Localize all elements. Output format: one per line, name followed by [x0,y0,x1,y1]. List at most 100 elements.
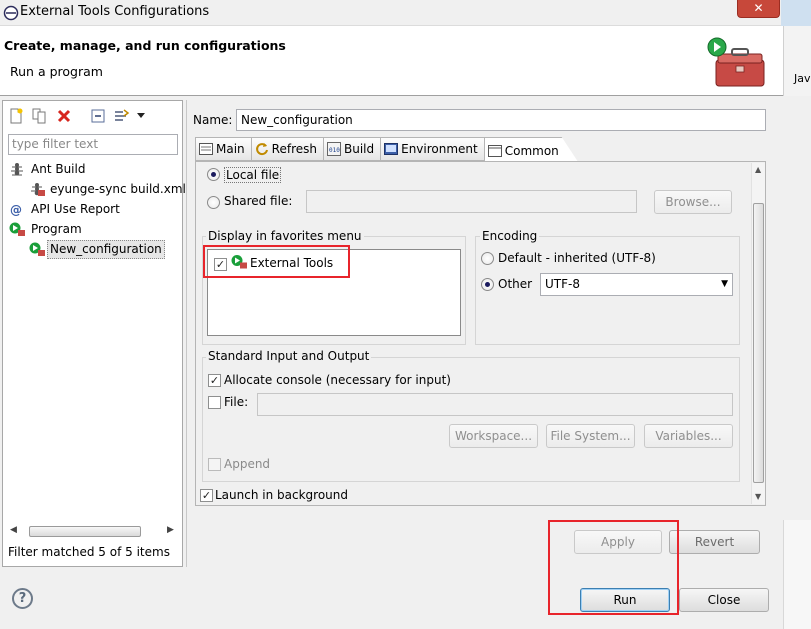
name-label: Name: [193,113,233,127]
svg-text:010: 010 [329,147,340,154]
append-label: Append [224,457,271,471]
program-icon [9,222,25,236]
collapse-all-icon[interactable] [89,107,107,125]
tree-item-label: New_configuration [47,240,165,259]
tree-horizontal-scrollbar[interactable]: ◀ ▶ [7,523,179,540]
tree-item-new-configuration[interactable]: New_configuration [7,239,179,259]
delete-configuration-icon[interactable] [55,107,73,125]
file-system-button[interactable]: File System... [546,424,635,448]
browse-button[interactable]: Browse... [654,190,732,214]
local-file-radio[interactable] [207,168,220,181]
scroll-down-icon[interactable]: ▼ [755,492,761,501]
eclipse-app-icon [3,5,19,21]
tab-label: Build [343,142,375,156]
help-icon[interactable]: ? [12,588,33,609]
tree-item-ant-build[interactable]: Ant Build [7,159,179,179]
header-subtitle: Run a program [10,64,103,79]
tab-vertical-scrollbar[interactable]: ▲ ▼ [751,163,765,504]
scroll-up-icon[interactable]: ▲ [755,165,761,174]
window-title: External Tools Configurations [20,4,210,19]
encoding-select-value: UTF-8 [545,277,580,291]
tree-item-label: Ant Build [31,162,86,176]
shared-file-field [306,190,637,213]
scrollbar-thumb[interactable] [753,203,764,483]
configuration-list-panel: type filter text Ant Build eyunge-sync b… [2,100,186,567]
filter-status-text: Filter matched 5 of 5 items [8,545,170,559]
stdio-group-title: Standard Input and Output [206,349,372,363]
ant-icon [11,163,23,176]
default-encoding-radio[interactable] [481,252,494,265]
chevron-down-icon: ▼ [721,279,728,289]
variables-button[interactable]: Variables... [644,424,733,448]
background-window-strip: Jav [783,26,811,96]
background-window-edge [781,0,811,26]
refresh-icon [255,143,268,156]
other-encoding-label: Other [498,277,533,291]
window-close-button[interactable]: ✕ [737,0,780,18]
configuration-tree: Ant Build eyunge-sync build.xml @ API Us… [7,159,186,259]
background-tab-label: Jav [794,72,811,85]
allocate-console-label: Allocate console (necessary for input) [224,373,451,387]
svg-text:@: @ [10,203,22,216]
allocate-console-checkbox[interactable]: ✓ [208,374,221,387]
append-checkbox[interactable] [208,458,221,471]
view-menu-dropdown-icon[interactable] [137,107,145,125]
launch-background-label: Launch in background [215,488,348,502]
output-file-label: File: [224,395,249,409]
filter-input[interactable]: type filter text [8,134,178,155]
scroll-right-icon[interactable]: ▶ [167,525,174,535]
local-file-label: Local file [224,167,282,183]
workspace-button[interactable]: Workspace... [449,424,538,448]
output-file-checkbox[interactable] [208,396,221,409]
tab-refresh[interactable]: Refresh [250,137,323,161]
tab-label: Main [216,142,245,156]
default-encoding-label: Default - inherited (UTF-8) [498,251,656,265]
favorites-group-title: Display in favorites menu [206,229,364,243]
program-config-icon [29,242,45,256]
filter-configurations-icon[interactable] [113,107,131,125]
tab-label: Common [504,143,559,158]
output-file-field [257,393,733,416]
tree-item-program[interactable]: Program [7,219,179,239]
header-title: Create, manage, and run configurations [4,38,286,53]
ant-config-icon [31,183,45,196]
annotation-highlight-apply-run [548,520,679,615]
tab-label: Environment [401,142,478,156]
title-bar: External Tools Configurations ✕ [0,0,811,26]
revert-button[interactable]: Revert [669,530,760,554]
name-input[interactable]: New_configuration [236,109,766,131]
environment-icon [384,143,399,155]
tab-main[interactable]: Main [195,137,251,161]
tree-item-eyunge-sync-build[interactable]: eyunge-sync build.xml [7,179,186,199]
launch-background-checkbox[interactable]: ✓ [200,489,213,502]
configuration-editor: Name: New_configuration Main Refresh 010… [186,100,776,567]
annotation-highlight-favorites [203,245,350,278]
build-icon: 010 [326,142,341,156]
toolbox-run-icon [707,37,765,87]
toolbar-separator [79,107,83,125]
other-encoding-radio[interactable] [481,278,494,291]
tree-item-api-use-report[interactable]: @ API Use Report [7,199,179,219]
config-toolbar [7,106,145,126]
dialog-button-bar: ? Run Close [0,572,811,629]
duplicate-configuration-icon[interactable] [31,107,49,125]
close-button[interactable]: Close [679,588,769,612]
tree-item-label: eyunge-sync build.xml [50,182,186,196]
configuration-tabs: Main Refresh 010 Build Environment Commo… [195,137,579,163]
main-tab-icon [199,143,213,155]
common-tab-icon [487,144,502,157]
tree-item-label: Program [31,222,82,236]
shared-file-label: Shared file: [224,194,293,208]
tab-label: Refresh [271,142,317,156]
scrollbar-thumb[interactable] [29,526,141,537]
tab-environment[interactable]: Environment [380,137,484,161]
tree-item-label: API Use Report [31,202,120,216]
shared-file-radio[interactable] [207,196,220,209]
dialog-header: Create, manage, and run configurations R… [0,26,811,96]
scroll-left-icon[interactable]: ◀ [10,525,17,535]
tab-build[interactable]: 010 Build [322,137,381,161]
tab-common[interactable]: Common [483,137,579,163]
new-configuration-icon[interactable] [7,107,25,125]
common-tab-content: ▲ ▼ Local file Shared file: Browse... Di… [195,161,766,506]
encoding-select[interactable]: UTF-8 ▼ [540,273,733,296]
